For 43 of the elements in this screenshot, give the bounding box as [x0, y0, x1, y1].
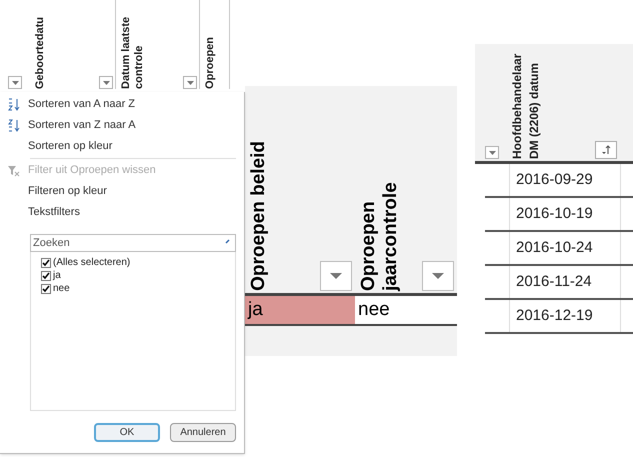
- column-header: Oproepen: [204, 37, 217, 89]
- column-header: Hoofdbehandelaar DM (2206) datum: [509, 52, 542, 159]
- sort-ascending-icon: [8, 98, 20, 111]
- table-cell: 2016-10-19: [509, 198, 621, 230]
- checkbox[interactable]: [41, 284, 51, 294]
- checkbox[interactable]: [41, 258, 51, 268]
- value-option[interactable]: ja: [41, 269, 235, 282]
- sort-descending-icon: [8, 119, 20, 132]
- sort-filter-button[interactable]: [595, 141, 617, 159]
- column-header: Oproepen jaarcontrole: [358, 181, 402, 291]
- value-option[interactable]: nee: [41, 282, 235, 295]
- table-cell: 2016-11-24: [509, 266, 621, 298]
- caret-icon: [330, 273, 342, 279]
- caret-icon: [102, 80, 110, 84]
- caret-icon: [12, 80, 18, 84]
- menu-item[interactable]: Sorteren van A naar Z: [28, 96, 136, 113]
- value-option[interactable]: (Alles selecteren): [41, 256, 235, 269]
- dropdown-button[interactable]: [422, 261, 454, 291]
- menu-item[interactable]: Sorteren van Z naar A: [28, 117, 136, 134]
- column-header: Oproepen beleid: [248, 141, 270, 291]
- menu-item[interactable]: Sorteren op kleur: [28, 138, 112, 155]
- dropdown-button[interactable]: [99, 76, 113, 89]
- caret-icon: [186, 80, 194, 84]
- dropdown-button[interactable]: [320, 261, 352, 291]
- column-header: Datum laatste controle: [120, 16, 146, 89]
- dropdown-button[interactable]: [485, 146, 499, 159]
- dropdown-button[interactable]: [183, 76, 197, 89]
- search-field[interactable]: Zoeken: [30, 234, 236, 252]
- table-cell: 2016-10-24: [509, 232, 621, 264]
- caret-icon: [432, 273, 444, 279]
- ok-button[interactable]: OK: [94, 423, 160, 442]
- table-cell: 2016-12-19: [509, 300, 621, 332]
- dropdown-button[interactable]: [8, 76, 22, 89]
- cancel-button[interactable]: Annuleren: [170, 423, 236, 442]
- menu-item[interactable]: Filteren op kleur: [28, 183, 107, 200]
- table-cell: ja: [245, 296, 355, 324]
- clear-filter-icon: [8, 164, 20, 176]
- checkbox[interactable]: [41, 270, 51, 280]
- caret-icon: [488, 150, 496, 154]
- table-cell: 2016-09-29: [509, 164, 621, 196]
- sort-filter-icon: [601, 145, 611, 155]
- column-header: Geboortedatu: [34, 16, 47, 89]
- menu-item[interactable]: Tekstfilters: [28, 204, 80, 221]
